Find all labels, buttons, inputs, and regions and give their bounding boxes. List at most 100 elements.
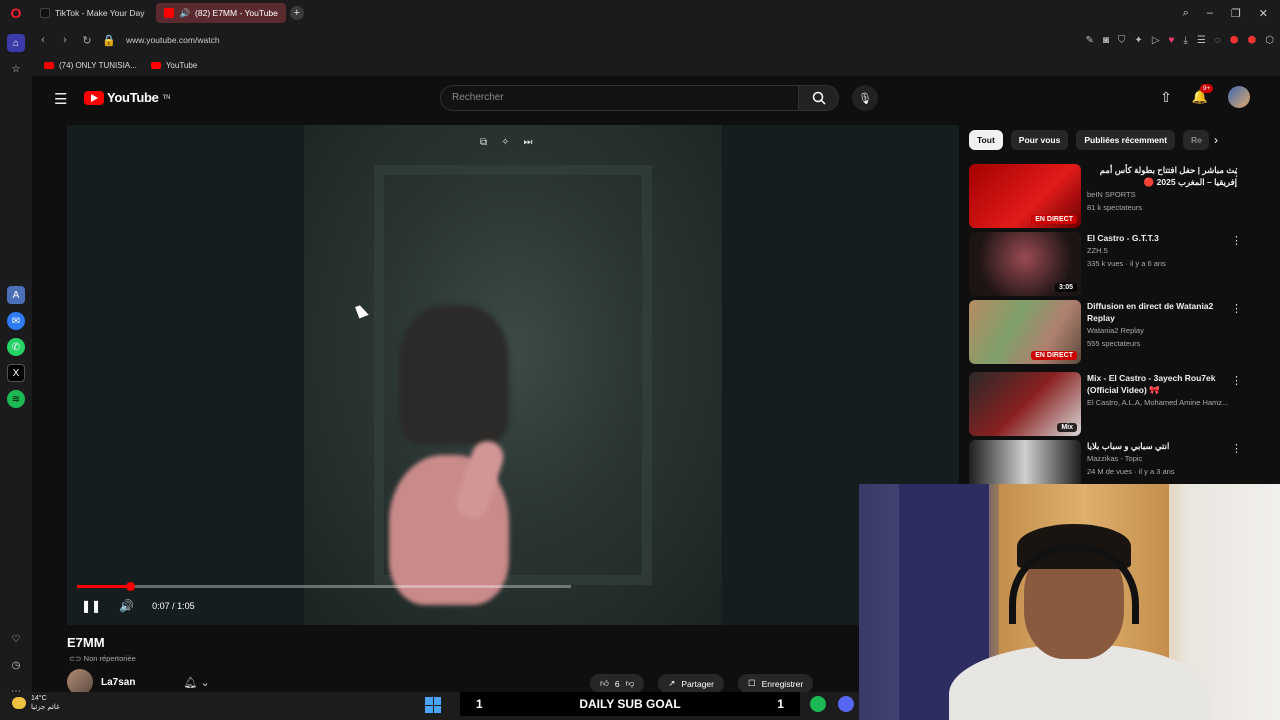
- account-avatar[interactable]: [1228, 86, 1250, 108]
- edit-icon[interactable]: ✎: [1085, 35, 1093, 46]
- windows-start-icon[interactable]: [425, 697, 441, 713]
- play-icon[interactable]: ▷: [1152, 35, 1160, 46]
- vpn-icon[interactable]: ⬢: [1248, 35, 1257, 46]
- download-icon[interactable]: ⤓: [1183, 35, 1187, 46]
- menu-icon[interactable]: ☰: [1197, 35, 1206, 46]
- close-button[interactable]: ✕: [1259, 7, 1268, 20]
- more-vert-icon[interactable]: ⋮: [1231, 234, 1242, 247]
- search-tabs-icon[interactable]: ⌕: [1183, 7, 1189, 20]
- like-button[interactable]: 👍︎ 6 👎︎: [590, 674, 645, 693]
- home-icon[interactable]: ⌂: [7, 34, 25, 52]
- url-field[interactable]: www.youtube.com/watch: [126, 35, 220, 45]
- notifications-button[interactable]: 🔔 9+: [1192, 84, 1214, 106]
- bookmark-only-tunisia[interactable]: (74) ONLY TUNISIA...: [44, 61, 137, 70]
- reco-channel[interactable]: ZZH.5: [1087, 244, 1237, 257]
- settings-icon[interactable]: ⬡: [1265, 35, 1274, 46]
- hamburger-menu-icon[interactable]: ☰: [54, 90, 67, 108]
- reco-channel[interactable]: El Castro, A.L.A, Mohamed Amine Hamz...: [1087, 396, 1237, 409]
- minimize-button[interactable]: –: [1207, 7, 1213, 19]
- channel-name[interactable]: La7san: [101, 677, 135, 688]
- x-twitter-icon[interactable]: X: [7, 364, 25, 382]
- reco-channel[interactable]: Watania2 Replay: [1087, 324, 1237, 337]
- chevron-right-icon[interactable]: ›: [1214, 133, 1218, 147]
- share-button[interactable]: ↗ Partager: [658, 674, 724, 693]
- aria-icon[interactable]: A: [7, 286, 25, 304]
- reco-channel[interactable]: beIN SPORTS: [1087, 188, 1237, 201]
- maximize-button[interactable]: ❐: [1231, 7, 1241, 20]
- chip-all[interactable]: Tout: [969, 130, 1003, 150]
- chip-for-you[interactable]: Pour vous: [1010, 130, 1069, 150]
- miniplayer-icon[interactable]: ⧉: [480, 137, 487, 148]
- new-tab-button[interactable]: +: [289, 6, 304, 20]
- progress-scrubber[interactable]: [126, 582, 136, 591]
- tab-youtube[interactable]: 🔊 (82) E7MM - YouTube: [156, 3, 286, 23]
- history-icon[interactable]: ◷: [7, 656, 25, 674]
- reco-meta: 335 k vues · il y a 6 ans: [1087, 259, 1166, 268]
- reco-title[interactable]: بث مباشر | حفل افتتاح بطولة كأس أمم إفري…: [1087, 164, 1237, 188]
- recommendation-item[interactable]: EN DIRECT بث مباشر | حفل افتتاح بطولة كأ…: [969, 164, 1269, 228]
- microphone-button[interactable]: 🎙: [852, 85, 878, 111]
- weather-icon: [12, 697, 26, 709]
- star-icon[interactable]: ☆: [7, 60, 25, 78]
- bookmark-youtube[interactable]: YouTube: [150, 61, 197, 70]
- progress-bar[interactable]: [77, 582, 571, 591]
- discord-icon[interactable]: [838, 696, 854, 712]
- pause-icon[interactable]: ❚❚: [81, 599, 101, 613]
- dislike-icon[interactable]: 👎︎: [626, 678, 635, 689]
- youtube-header: ☰ YouTube TN Rechercher 🎙 ⇧ 🔔 9+: [34, 78, 1280, 118]
- next-icon[interactable]: ⏭: [524, 137, 533, 148]
- weather-widget[interactable]: 14°C غائم جزئيا: [12, 694, 60, 712]
- mix-badge: Mix: [1057, 423, 1077, 432]
- search-input[interactable]: Rechercher: [440, 85, 799, 111]
- search-button[interactable]: [799, 85, 839, 111]
- upload-icon[interactable]: ⇧: [1160, 89, 1172, 106]
- chip-more[interactable]: Re: [1183, 130, 1210, 150]
- camera-icon[interactable]: ◙: [1103, 35, 1109, 46]
- more-vert-icon[interactable]: ⋮: [1231, 442, 1242, 455]
- subscribe-bell-icon[interactable]: 🔔︎ ⌄: [183, 676, 209, 689]
- spotify-sidebar-icon[interactable]: ≋: [7, 390, 25, 408]
- more-vert-icon[interactable]: ⋮: [1231, 374, 1242, 387]
- volume-icon[interactable]: 🔊: [119, 599, 134, 613]
- more-vert-icon[interactable]: ⋮: [1231, 166, 1242, 179]
- heart-icon[interactable]: ♡: [7, 630, 25, 648]
- whatsapp-icon[interactable]: ✆: [7, 338, 25, 356]
- recommendation-item[interactable]: 3:05 El Castro - G.T.T.3 ZZH.5 335 k vue…: [969, 232, 1269, 296]
- video-title: E7MM: [67, 635, 105, 650]
- more-vert-icon[interactable]: ⋮: [1231, 302, 1242, 315]
- recommendation-item[interactable]: EN DIRECT Diffusion en direct de Watania…: [969, 300, 1269, 364]
- extensions-bar: ✎ ◙ ⛉ ✦ ▷ ♥ ⤓ ☰ ◌ ⬢ ⬢ ⬡: [1085, 26, 1274, 54]
- video-player[interactable]: ⧉ ✧ ⏭ ❚❚ 🔊 0:07 / 1:05 CC: [67, 125, 959, 625]
- video-thumbnail[interactable]: EN DIRECT: [969, 300, 1081, 364]
- shield-icon[interactable]: ⛉: [1118, 35, 1126, 46]
- chip-recent[interactable]: Publiées récemment: [1076, 130, 1176, 150]
- reco-title[interactable]: Diffusion en direct de Watania2 Replay: [1087, 300, 1237, 324]
- messenger-icon[interactable]: ✉: [7, 312, 25, 330]
- heart-icon[interactable]: ♥: [1169, 35, 1175, 46]
- save-button[interactable]: ☐ Enregistrer: [738, 674, 814, 693]
- youtube-wordmark: YouTube: [107, 90, 159, 105]
- back-button[interactable]: ‹: [32, 34, 54, 46]
- video-thumbnail[interactable]: EN DIRECT: [969, 164, 1081, 228]
- reco-title[interactable]: انتي سبابي و سباب بلايا: [1087, 440, 1237, 452]
- windows-taskbar: 14°C غائم جزئيا 1 DAILY SUB GOAL 1: [0, 692, 860, 720]
- reco-title[interactable]: Mix - El Castro - 3ayech Rou7ek (Officia…: [1087, 372, 1237, 396]
- recommendation-item[interactable]: Mix Mix - El Castro - 3ayech Rou7ek (Off…: [969, 372, 1269, 436]
- opera-logo-icon[interactable]: O: [0, 0, 32, 26]
- forward-button[interactable]: ›: [54, 34, 76, 46]
- live-badge: EN DIRECT: [1031, 215, 1077, 224]
- profile-icon[interactable]: ◌: [1215, 35, 1221, 46]
- youtube-logo[interactable]: YouTube TN: [84, 90, 170, 105]
- reco-channel[interactable]: Mazzikas - Topic: [1087, 452, 1237, 465]
- temperature: 14°C: [31, 695, 47, 702]
- reload-button[interactable]: ↻: [76, 34, 98, 47]
- adblock-icon[interactable]: ⬢: [1230, 35, 1239, 46]
- reco-title[interactable]: El Castro - G.T.T.3: [1087, 232, 1237, 244]
- live-badge: EN DIRECT: [1031, 351, 1077, 360]
- video-thumbnail[interactable]: Mix: [969, 372, 1081, 436]
- tab-tiktok[interactable]: TikTok - Make Your Day: [32, 3, 152, 23]
- spotify-icon[interactable]: [810, 696, 826, 712]
- video-thumbnail[interactable]: 3:05: [969, 232, 1081, 296]
- extension-icon[interactable]: ✦: [1134, 35, 1142, 46]
- enhance-icon[interactable]: ✧: [501, 137, 509, 148]
